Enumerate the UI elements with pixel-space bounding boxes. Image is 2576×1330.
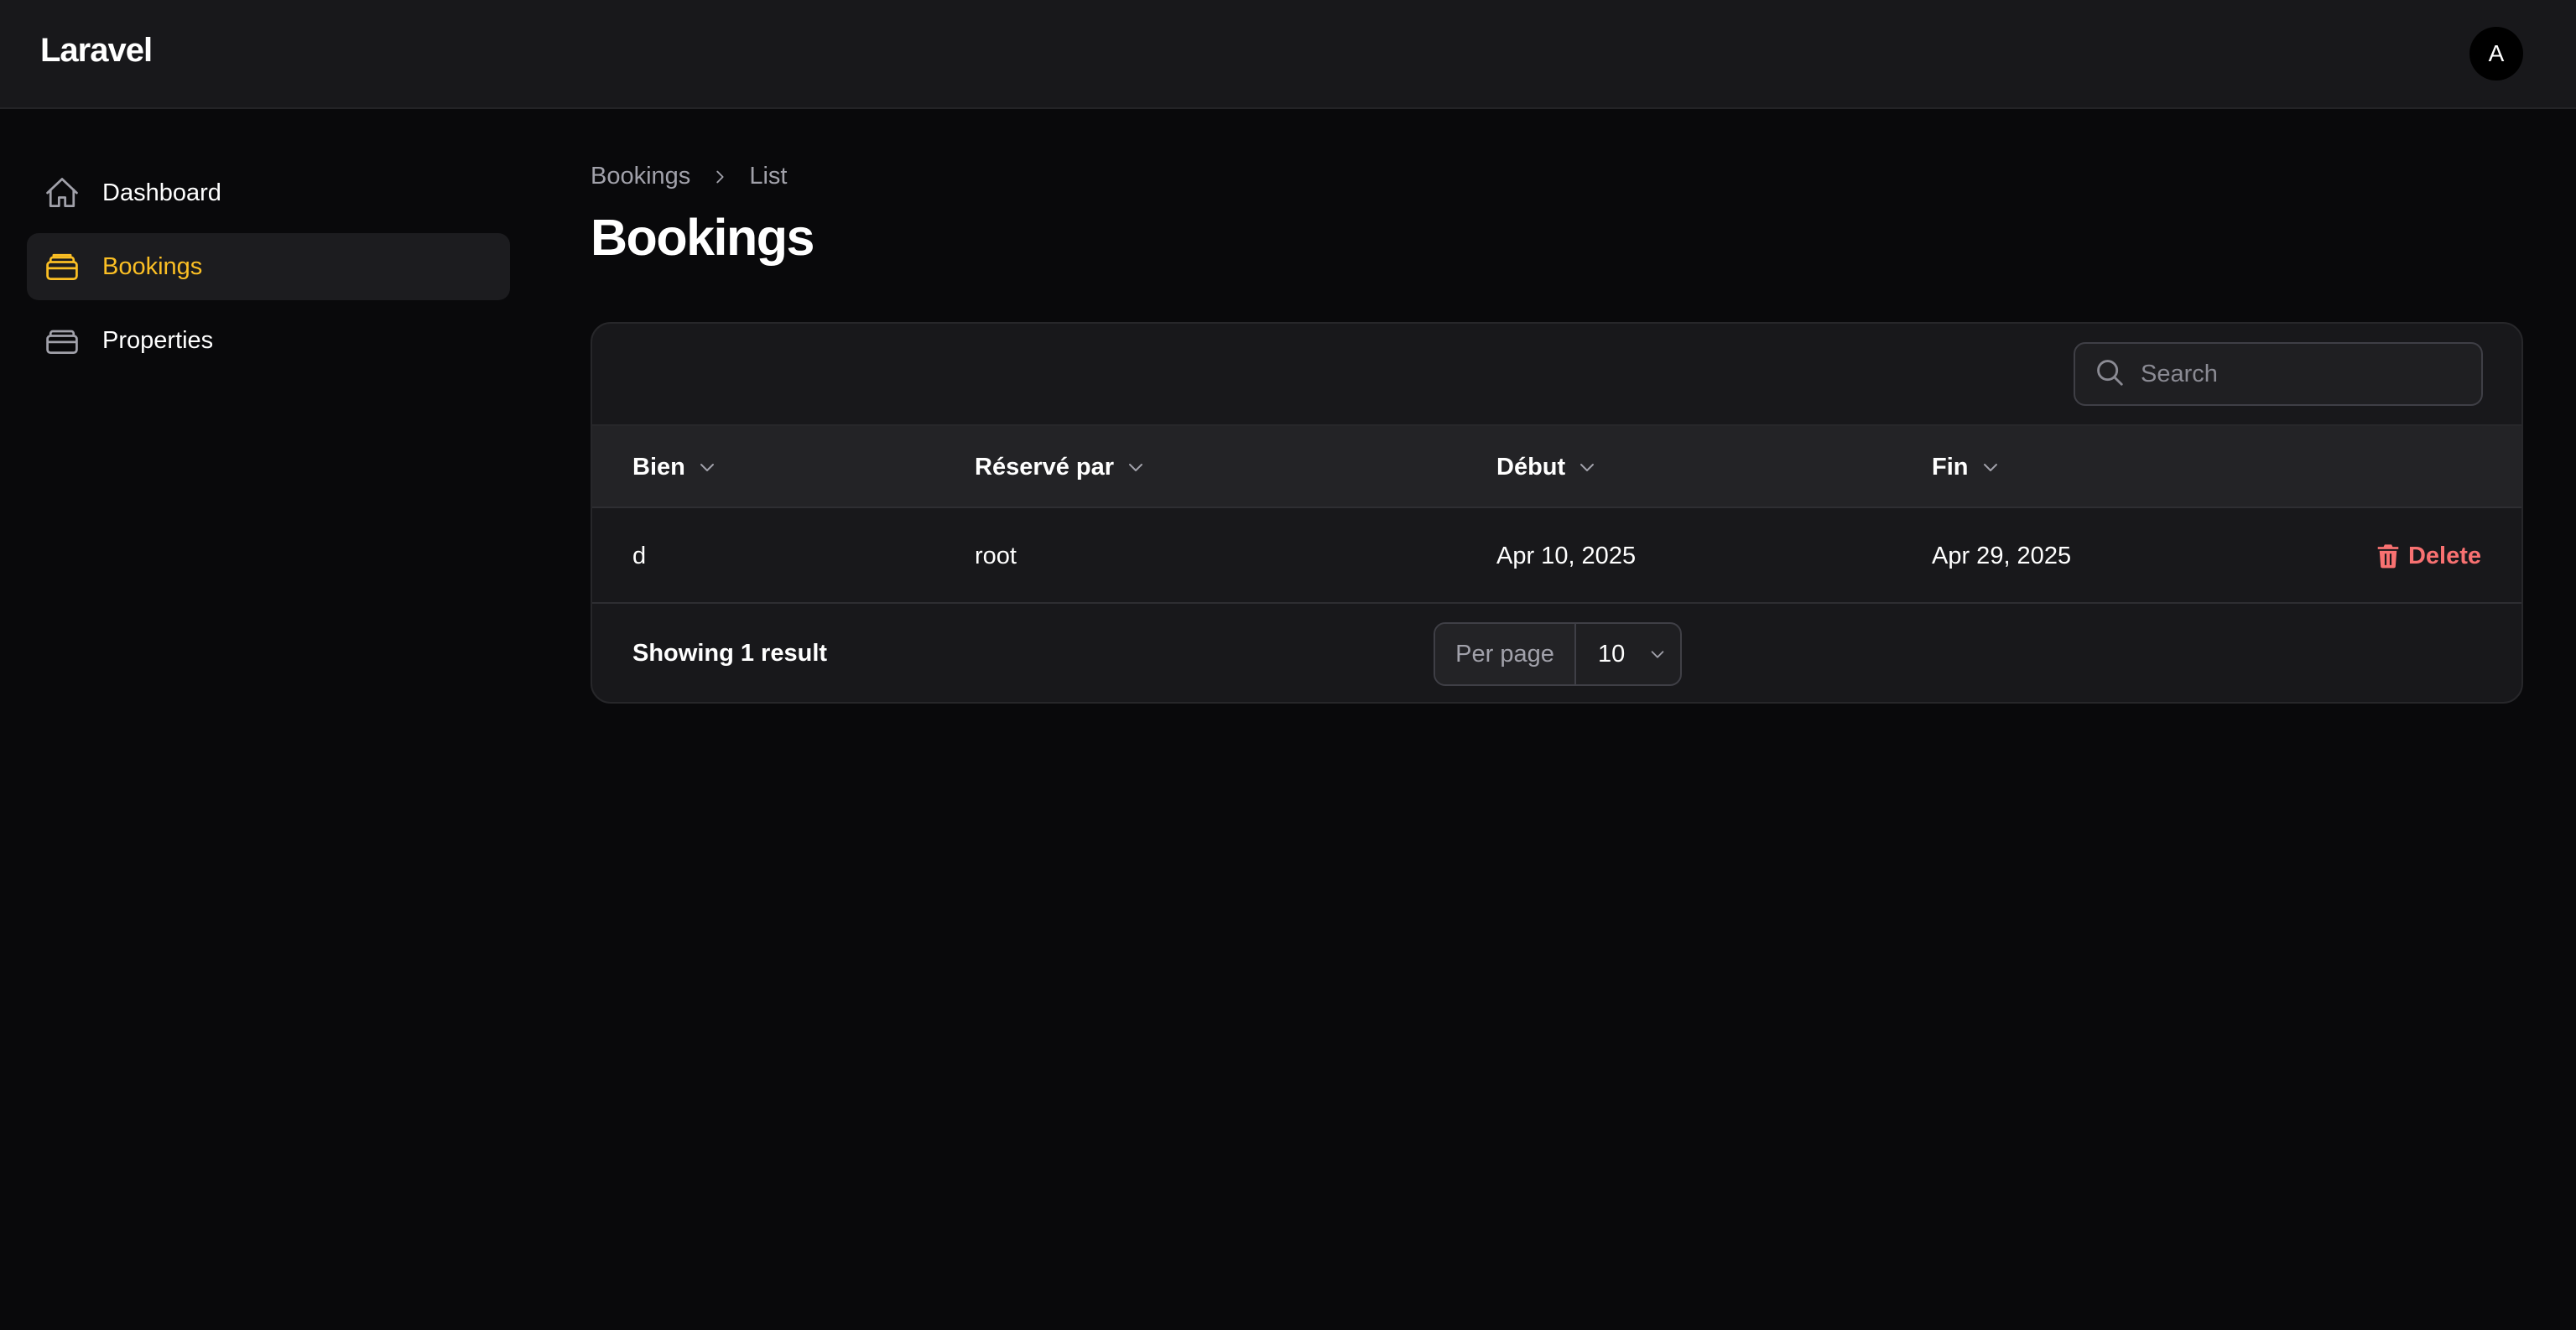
search-input[interactable]	[2141, 360, 2459, 388]
brand-logo[interactable]: Laravel	[40, 32, 153, 70]
inbox-stack-icon	[42, 320, 82, 361]
table-footer: Showing 1 result Per page 10	[592, 604, 2521, 702]
chevron-down-icon	[1651, 651, 1664, 658]
table-row[interactable]: d root Apr 10, 2025 Apr 29, 2025 Delete	[592, 508, 2521, 604]
chevron-right-icon	[710, 168, 729, 186]
per-page-selected: 10	[1598, 640, 1626, 668]
column-header-label: Bien	[632, 453, 685, 481]
inbox-stack-icon	[42, 247, 82, 287]
chevron-down-icon	[700, 464, 714, 471]
chevron-down-icon	[1580, 464, 1595, 471]
sidebar-item-bookings[interactable]: Bookings	[27, 233, 510, 300]
user-avatar[interactable]: A	[2469, 27, 2523, 81]
page-title: Bookings	[591, 209, 814, 266]
cell-fin: Apr 29, 2025	[1932, 542, 2072, 569]
per-page-label: Per page	[1435, 624, 1576, 684]
cell-debut: Apr 10, 2025	[1496, 542, 1637, 569]
chevron-down-icon	[1129, 464, 1143, 471]
table-header: Bien Réservé par Début Fin	[592, 426, 2521, 508]
column-header-reserve-par[interactable]: Réservé par	[975, 426, 1146, 508]
search-icon	[2094, 356, 2141, 392]
breadcrumb-parent-link[interactable]: Bookings	[591, 163, 690, 190]
home-icon	[42, 173, 82, 213]
table-toolbar	[592, 324, 2521, 426]
column-header-label: Réservé par	[975, 453, 1115, 481]
sidebar: Dashboard Bookings Properties	[27, 159, 510, 381]
chevron-down-icon	[1983, 464, 1997, 471]
result-count: Showing 1 result	[632, 639, 828, 667]
cell-bien: d	[632, 542, 647, 569]
sidebar-item-label: Dashboard	[102, 179, 221, 206]
breadcrumb-current: List	[749, 163, 788, 190]
sidebar-item-label: Properties	[102, 326, 214, 354]
sidebar-item-dashboard[interactable]: Dashboard	[27, 159, 510, 226]
column-header-label: Fin	[1932, 453, 1969, 481]
sidebar-item-properties[interactable]: Properties	[27, 307, 510, 374]
delete-button[interactable]: Delete	[2376, 508, 2481, 604]
delete-label: Delete	[2407, 542, 2481, 569]
breadcrumb: Bookings List	[591, 163, 787, 190]
cell-reserve-par: root	[975, 542, 1017, 569]
column-header-debut[interactable]: Début	[1496, 426, 1597, 508]
trash-icon	[2377, 544, 2399, 569]
column-header-fin[interactable]: Fin	[1932, 426, 2001, 508]
top-bar: Laravel A	[0, 0, 2576, 109]
search-box[interactable]	[2074, 342, 2483, 406]
column-header-label: Début	[1496, 453, 1566, 481]
bookings-table-card: Bien Réservé par Début Fin d root Apr 10…	[591, 322, 2523, 704]
column-header-bien[interactable]: Bien	[632, 426, 717, 508]
per-page-select[interactable]: Per page 10	[1434, 622, 1682, 686]
per-page-value[interactable]: 10	[1576, 624, 1680, 684]
sidebar-item-label: Bookings	[102, 252, 203, 280]
